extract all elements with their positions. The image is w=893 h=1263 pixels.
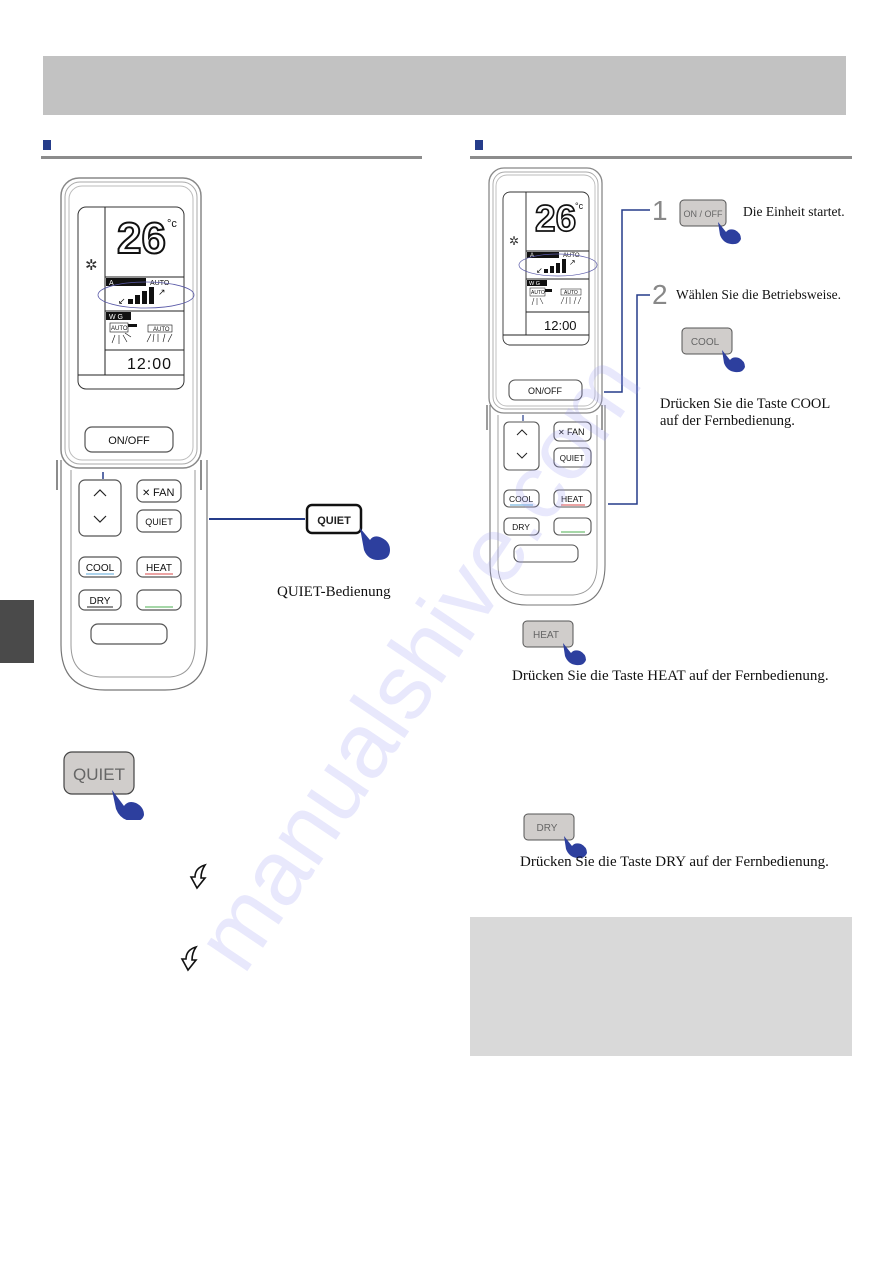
svg-text:ON/OFF: ON/OFF bbox=[108, 435, 150, 447]
turbo-icon: ↗ bbox=[158, 287, 166, 297]
step-connectors bbox=[604, 209, 650, 505]
note-box bbox=[470, 917, 852, 1056]
quiet-caption: QUIET-Bedienung bbox=[277, 584, 391, 600]
lcd-temperature: 26 bbox=[117, 214, 166, 263]
svg-text:AUTO: AUTO bbox=[153, 327, 170, 333]
svg-text:AUTO: AUTO bbox=[111, 326, 128, 332]
step2-text: Wählen Sie die Betriebsweise. bbox=[676, 287, 841, 302]
svg-text:FAN: FAN bbox=[153, 487, 174, 499]
fan-icon: ✕ bbox=[142, 488, 150, 499]
step-number-2: 2 bbox=[652, 279, 668, 310]
lcd-clock: 12:00 bbox=[544, 318, 577, 333]
svg-text:A: A bbox=[530, 253, 534, 259]
svg-text:QUIET: QUIET bbox=[560, 454, 585, 463]
heat-instruction: Drücken Sie die Taste HEAT auf der Fernb… bbox=[512, 668, 829, 684]
cool-instruction-line1: Drücken Sie die Taste COOL bbox=[660, 396, 831, 412]
remote-right: 26 °c ✲ A AUTO ↙ ↗ W G AUTO AUTO 12:00 O… bbox=[486, 167, 606, 606]
svg-text:DRY: DRY bbox=[90, 596, 111, 607]
section-rule-left bbox=[41, 156, 422, 159]
header-band bbox=[43, 56, 846, 115]
lcd-clock: 12:00 bbox=[127, 356, 172, 373]
cool-callout: COOL bbox=[681, 327, 745, 373]
turbo-icon: ↗ bbox=[569, 258, 576, 267]
svg-text:HEAT: HEAT bbox=[146, 563, 172, 574]
svg-text:ON / OFF: ON / OFF bbox=[684, 209, 723, 219]
svg-text:ON/OFF: ON/OFF bbox=[528, 386, 562, 396]
snowflake-icon: ✲ bbox=[509, 234, 519, 248]
svg-text:QUIET: QUIET bbox=[145, 517, 173, 527]
step1-text: Die Einheit startet. bbox=[743, 204, 845, 219]
wide-button[interactable] bbox=[90, 623, 168, 645]
cool-instruction: Drücken Sie die Taste COOL auf der Fernb… bbox=[660, 396, 830, 430]
section-rule-right bbox=[470, 156, 852, 159]
temp-up-down-button[interactable] bbox=[503, 421, 540, 471]
quiet-leaf-icon bbox=[189, 863, 207, 890]
lcd-unit: °c bbox=[575, 201, 584, 211]
svg-text:COOL: COOL bbox=[691, 337, 720, 348]
svg-text:W G: W G bbox=[109, 314, 123, 321]
svg-text:COOL: COOL bbox=[86, 563, 115, 574]
fan-icon: ✕ bbox=[558, 428, 565, 437]
step1-connector bbox=[604, 209, 650, 393]
svg-text:DRY: DRY bbox=[537, 823, 558, 834]
quiet-callout: QUIET bbox=[305, 503, 390, 560]
temp-up-down-button[interactable] bbox=[78, 479, 122, 537]
svg-text:QUIET: QUIET bbox=[73, 765, 125, 784]
section-marker-left bbox=[43, 140, 51, 150]
chapter-tab bbox=[0, 600, 34, 663]
section-marker-right bbox=[475, 140, 483, 150]
quiet-leaf-icon: ↙ bbox=[118, 296, 126, 306]
svg-text:DRY: DRY bbox=[512, 522, 530, 532]
svg-text:HEAT: HEAT bbox=[561, 494, 583, 504]
remote-left: 26 °c ✲ A AUTO ↙ ↗ W G AUTO AUTO 12:00 O… bbox=[56, 177, 208, 691]
svg-text:W G: W G bbox=[529, 281, 540, 287]
heat-callout: HEAT bbox=[522, 620, 586, 666]
svg-text:FAN: FAN bbox=[567, 427, 585, 437]
quiet-leaf-icon bbox=[180, 945, 198, 972]
hand-pointer-icon bbox=[360, 528, 390, 560]
svg-text:HEAT: HEAT bbox=[533, 630, 559, 641]
quiet-leaf-icon: ↙ bbox=[536, 266, 543, 275]
step-number-1: 1 bbox=[652, 195, 668, 226]
connector-line bbox=[209, 518, 305, 520]
onoff-callout: ON / OFF bbox=[679, 199, 741, 245]
cool-instruction-line2: auf der Fernbedienung. bbox=[660, 413, 795, 429]
svg-text:QUIET: QUIET bbox=[317, 515, 351, 527]
svg-text:AUTO: AUTO bbox=[531, 290, 545, 296]
dry-instruction: Drücken Sie die Taste DRY auf der Fernbe… bbox=[520, 854, 829, 870]
quiet-large-button-illustration: QUIET bbox=[63, 751, 144, 820]
wide-button[interactable] bbox=[513, 544, 579, 563]
blank-button[interactable] bbox=[553, 517, 592, 536]
snowflake-icon: ✲ bbox=[85, 257, 98, 274]
svg-text:COOL: COOL bbox=[509, 494, 533, 504]
lcd-temperature: 26 bbox=[535, 198, 576, 239]
step2-connector bbox=[608, 294, 650, 505]
lcd-unit: °c bbox=[167, 218, 177, 230]
svg-text:AUTO: AUTO bbox=[564, 290, 578, 296]
